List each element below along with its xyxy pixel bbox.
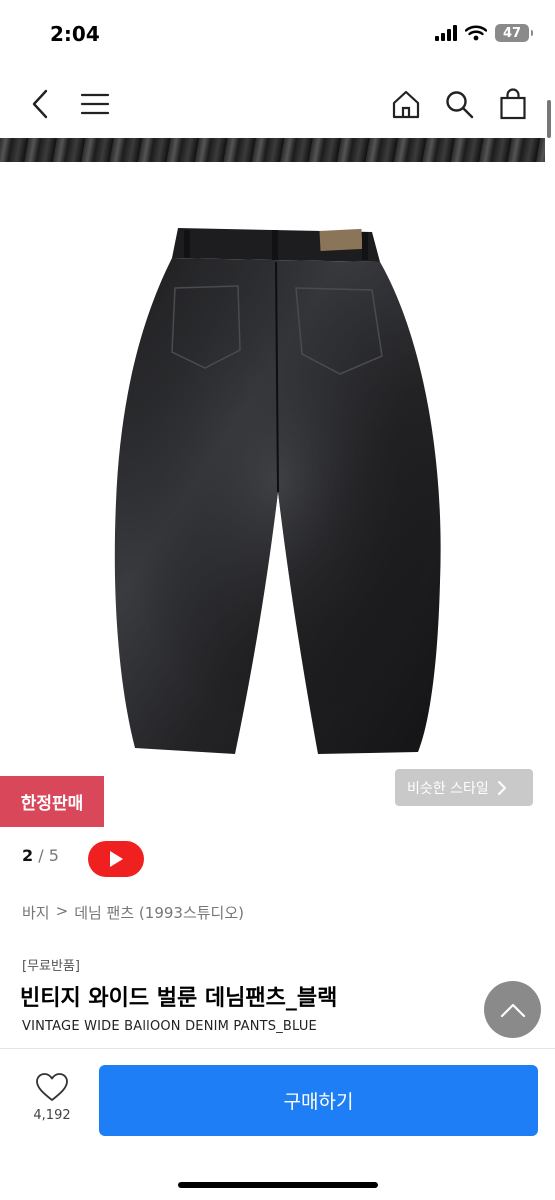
product-subtitle: VINTAGE WIDE BAllOON DENIM PANTS_BLUE bbox=[22, 1019, 317, 1034]
back-button[interactable] bbox=[20, 84, 60, 124]
status-bar: 2:04 47 bbox=[0, 0, 555, 70]
chevron-up-icon bbox=[500, 1003, 525, 1017]
gallery-current: 2 bbox=[22, 846, 34, 865]
product-image[interactable] bbox=[0, 162, 555, 774]
breadcrumb: 바지 > 데님 팬츠 (1993스튜디오) bbox=[22, 902, 244, 923]
breadcrumb-category[interactable]: 바지 bbox=[22, 902, 50, 923]
hamburger-icon bbox=[80, 93, 110, 115]
similar-style-label: 비슷한 스타일 bbox=[407, 780, 489, 797]
like-count: 4,192 bbox=[33, 1108, 71, 1123]
play-icon bbox=[110, 851, 123, 867]
breadcrumb-subcategory[interactable]: 데님 팬츠 (1993스튜디오) bbox=[74, 902, 244, 923]
cart-button[interactable] bbox=[493, 84, 533, 124]
gallery-separator: / bbox=[38, 846, 44, 865]
home-button[interactable] bbox=[386, 84, 426, 124]
black-wide-denim-pants-image bbox=[114, 228, 441, 754]
banner-strip bbox=[0, 138, 545, 162]
status-icons: 47 bbox=[435, 24, 533, 42]
breadcrumb-separator: > bbox=[55, 902, 69, 920]
signal-icon bbox=[435, 25, 457, 41]
home-indicator[interactable] bbox=[178, 1182, 378, 1188]
scroll-to-top-button[interactable] bbox=[484, 981, 541, 1038]
heart-icon bbox=[36, 1073, 68, 1101]
product-title: 빈티지 와이드 벌룬 데님팬츠_블랙 bbox=[20, 986, 338, 1011]
search-icon bbox=[446, 91, 474, 119]
chevron-right-icon bbox=[497, 780, 506, 795]
gallery-total: 5 bbox=[48, 846, 59, 865]
status-time: 2:04 bbox=[50, 22, 100, 46]
similar-style-button[interactable]: 비슷한 스타일 bbox=[395, 769, 533, 806]
divider bbox=[0, 1048, 555, 1049]
gallery-page-indicator: 2 / 5 bbox=[22, 846, 59, 865]
like-button[interactable]: 4,192 bbox=[24, 1072, 80, 1132]
video-button[interactable] bbox=[88, 841, 144, 877]
battery-level: 47 bbox=[502, 25, 522, 41]
scrollbar[interactable] bbox=[547, 100, 551, 138]
menu-button[interactable] bbox=[75, 84, 115, 124]
buy-button-label: 구매하기 bbox=[283, 1091, 354, 1113]
free-return-tag: [무료반품] bbox=[22, 959, 80, 974]
nav-bar bbox=[0, 70, 555, 136]
house-icon bbox=[392, 90, 420, 119]
wifi-icon bbox=[465, 25, 487, 41]
buy-button[interactable]: 구매하기 bbox=[99, 1065, 538, 1136]
limited-sale-badge: 한정판매 bbox=[0, 776, 104, 827]
battery-icon: 47 bbox=[495, 24, 533, 42]
chevron-left-icon bbox=[32, 89, 48, 119]
shopping-bag-icon bbox=[500, 88, 526, 120]
search-button[interactable] bbox=[439, 84, 479, 124]
